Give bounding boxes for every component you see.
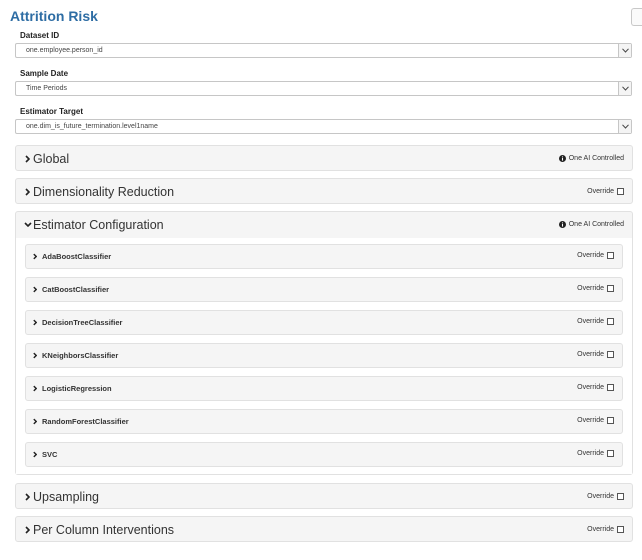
panel-estimator-configuration-title: Estimator Configuration xyxy=(33,218,164,232)
chevron-right-icon xyxy=(25,493,30,501)
chevron-right-icon xyxy=(25,526,30,534)
override-label: Override xyxy=(587,493,614,500)
panel-estimator-configuration: Estimator Configuration One AI Controlle… xyxy=(15,211,633,475)
estimator-item-adaboost[interactable]: AdaBoostClassifier Override xyxy=(25,244,623,269)
estimator-item-label: AdaBoostClassifier xyxy=(42,252,112,261)
override-checkbox[interactable] xyxy=(617,493,624,500)
estimator-item-label: KNeighborsClassifier xyxy=(42,351,119,360)
panel-global-header[interactable]: Global One AI Controlled xyxy=(16,146,632,172)
override-label: Override xyxy=(577,384,604,391)
panel-dimensionality-reduction-title: Dimensionality Reduction xyxy=(33,185,175,199)
chevron-right-icon xyxy=(33,418,37,425)
chevron-right-icon xyxy=(33,352,37,359)
caret-down-icon[interactable] xyxy=(618,120,631,133)
panel-per-column-interventions: Per Column Interventions Override xyxy=(15,516,633,542)
caret-down-icon[interactable] xyxy=(618,44,631,57)
estimator-item-override: Override xyxy=(577,252,614,259)
estimator-item-catboost[interactable]: CatBoostClassifier Override xyxy=(25,277,623,302)
per-column-override: Override xyxy=(587,526,624,533)
panel-estimator-configuration-header[interactable]: Estimator Configuration One AI Controlle… xyxy=(16,212,632,238)
estimator-item-override: Override xyxy=(577,384,614,391)
estimator-item-decisiontree[interactable]: DecisionTreeClassifier Override xyxy=(25,310,623,335)
estimator-item-label: RandomForestClassifier xyxy=(42,417,129,426)
override-label: Override xyxy=(587,526,614,533)
estimator-item-override: Override xyxy=(577,450,614,457)
estimator-item-override: Override xyxy=(577,351,614,358)
chevron-right-icon xyxy=(33,286,37,293)
upsampling-override: Override xyxy=(587,493,624,500)
chevron-right-icon xyxy=(33,253,37,260)
estimator-item-override: Override xyxy=(577,285,614,292)
estimator-target-value: one.dim_is_future_termination.level1name xyxy=(26,123,158,130)
panel-dimensionality-reduction-header[interactable]: Dimensionality Reduction Override xyxy=(16,179,632,205)
override-checkbox[interactable] xyxy=(607,450,614,457)
override-checkbox[interactable] xyxy=(617,526,624,533)
estimator-status-text: One AI Controlled xyxy=(568,221,624,228)
info-circle-icon xyxy=(558,155,566,162)
page-title: Attrition Risk xyxy=(10,8,98,24)
chevron-down-icon xyxy=(24,222,32,227)
dataset-id-label: Dataset ID xyxy=(20,31,60,40)
panel-dimensionality-reduction: Dimensionality Reduction Override xyxy=(15,178,633,204)
estimator-item-override: Override xyxy=(577,318,614,325)
estimator-item-logisticregression[interactable]: LogisticRegression Override xyxy=(25,376,623,401)
panel-per-column-interventions-header[interactable]: Per Column Interventions Override xyxy=(16,517,632,543)
global-status: One AI Controlled xyxy=(558,155,624,162)
estimator-item-kneighbors[interactable]: KNeighborsClassifier Override xyxy=(25,343,623,368)
panel-per-column-interventions-title: Per Column Interventions xyxy=(33,523,175,537)
estimator-item-svc[interactable]: SVC Override xyxy=(25,442,623,467)
chevron-right-icon xyxy=(33,451,37,458)
estimator-body: AdaBoostClassifier Override CatBoostClas… xyxy=(16,238,632,474)
override-label: Override xyxy=(577,351,604,358)
caret-down-icon[interactable] xyxy=(618,82,631,95)
override-label: Override xyxy=(587,188,614,195)
estimator-item-override: Override xyxy=(577,417,614,424)
panel-upsampling-header[interactable]: Upsampling Override xyxy=(16,484,632,510)
dataset-id-select[interactable]: one.employee.person_id xyxy=(15,43,632,58)
override-checkbox[interactable] xyxy=(617,188,624,195)
override-checkbox[interactable] xyxy=(607,351,614,358)
global-status-text: One AI Controlled xyxy=(568,155,624,162)
override-label: Override xyxy=(577,285,604,292)
override-label: Override xyxy=(577,417,604,424)
chevron-right-icon xyxy=(33,385,37,392)
estimator-item-randomforest[interactable]: RandomForestClassifier Override xyxy=(25,409,623,434)
estimator-item-label: SVC xyxy=(42,450,58,459)
override-label: Override xyxy=(577,318,604,325)
override-checkbox[interactable] xyxy=(607,252,614,259)
panel-global-title: Global xyxy=(33,152,70,166)
override-checkbox[interactable] xyxy=(607,384,614,391)
estimator-target-select[interactable]: one.dim_is_future_termination.level1name xyxy=(15,119,632,134)
override-checkbox[interactable] xyxy=(607,285,614,292)
dimensionality-override: Override xyxy=(587,188,624,195)
chevron-right-icon xyxy=(25,188,30,196)
sample-date-label: Sample Date xyxy=(20,69,69,78)
estimator-item-label: DecisionTreeClassifier xyxy=(42,318,123,327)
override-label: Override xyxy=(577,252,604,259)
estimator-item-label: CatBoostClassifier xyxy=(42,285,110,294)
panel-global: Global One AI Controlled xyxy=(15,145,633,171)
estimator-status: One AI Controlled xyxy=(558,221,624,228)
chevron-right-icon xyxy=(25,155,30,163)
dataset-id-value: one.employee.person_id xyxy=(26,47,103,54)
estimator-target-label: Estimator Target xyxy=(20,107,83,116)
override-checkbox[interactable] xyxy=(607,318,614,325)
corner-tab[interactable] xyxy=(631,8,642,26)
chevron-right-icon xyxy=(33,319,37,326)
panel-upsampling-title: Upsampling xyxy=(33,490,100,504)
info-circle-icon xyxy=(558,221,566,228)
estimator-item-label: LogisticRegression xyxy=(42,384,112,393)
sample-date-select[interactable]: Time Periods xyxy=(15,81,632,96)
panel-upsampling: Upsampling Override xyxy=(15,483,633,509)
sample-date-value: Time Periods xyxy=(26,85,67,92)
override-checkbox[interactable] xyxy=(607,417,614,424)
override-label: Override xyxy=(577,450,604,457)
